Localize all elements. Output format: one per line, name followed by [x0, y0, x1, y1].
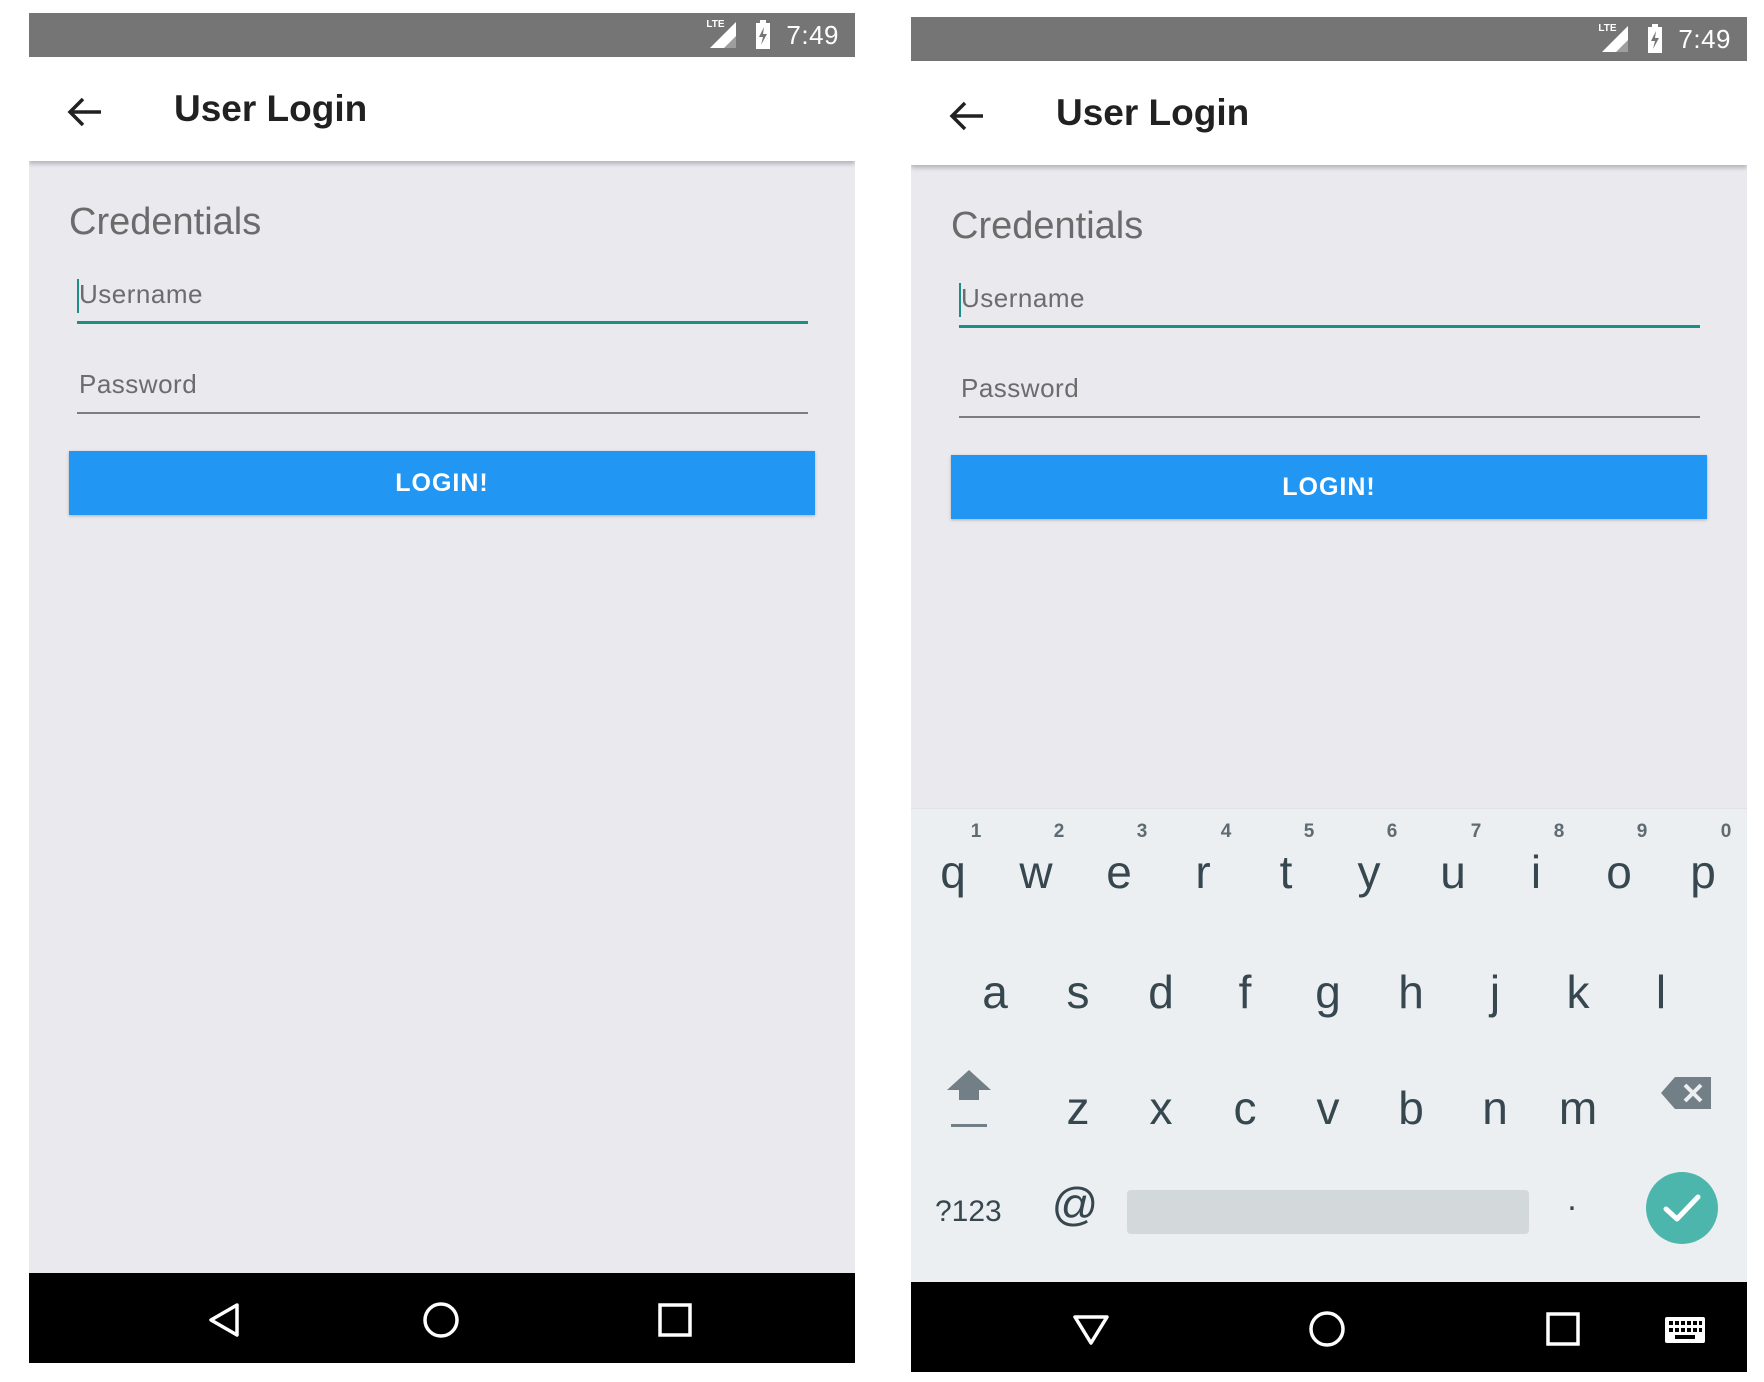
- triangle-down-icon[interactable]: [1071, 1309, 1111, 1349]
- field-underline: [959, 416, 1700, 418]
- navigation-bar: [29, 1273, 855, 1363]
- status-bar: LTE 7:49: [29, 13, 855, 57]
- key-p[interactable]: 0p: [1661, 821, 1745, 911]
- checkmark-icon: [1663, 1194, 1701, 1222]
- app-bar: User Login: [911, 61, 1747, 165]
- key-u[interactable]: 7u: [1411, 821, 1495, 911]
- key-g[interactable]: g: [1286, 947, 1370, 1037]
- username-field[interactable]: [77, 268, 808, 320]
- login-screen-right: LTE 7:49 User Login Credentials LOGIN! 1…: [911, 17, 1747, 1372]
- key-h[interactable]: h: [1369, 947, 1453, 1037]
- key-t[interactable]: 5t: [1244, 821, 1328, 911]
- at-key[interactable]: @: [1045, 1177, 1105, 1237]
- username-field-container: [959, 272, 1700, 332]
- key-k[interactable]: k: [1536, 947, 1620, 1037]
- arrow-left-icon[interactable]: [947, 99, 987, 133]
- square-recents-icon[interactable]: [1543, 1309, 1583, 1349]
- status-time: 7:49: [1678, 23, 1731, 54]
- key-c[interactable]: c: [1203, 1063, 1287, 1153]
- circle-home-icon[interactable]: [421, 1300, 461, 1340]
- key-q[interactable]: 1q: [911, 821, 995, 911]
- key-r[interactable]: 4r: [1161, 821, 1245, 911]
- key-d[interactable]: d: [1119, 947, 1203, 1037]
- space-bar[interactable]: [1127, 1190, 1529, 1234]
- key-n[interactable]: n: [1453, 1063, 1537, 1153]
- shift-arrow-icon[interactable]: [941, 1064, 997, 1134]
- arrow-left-icon[interactable]: [65, 95, 105, 129]
- key-b[interactable]: b: [1369, 1063, 1453, 1153]
- key-f[interactable]: f: [1203, 947, 1287, 1037]
- key-l[interactable]: l: [1619, 947, 1703, 1037]
- key-e[interactable]: 3e: [1077, 821, 1161, 911]
- login-button[interactable]: LOGIN!: [951, 455, 1707, 519]
- page-title: User Login: [1056, 92, 1250, 133]
- battery-charging-icon: [754, 20, 772, 50]
- text-caret: [77, 279, 79, 313]
- backspace-icon[interactable]: [1659, 1073, 1715, 1113]
- password-field[interactable]: [77, 358, 808, 410]
- key-w[interactable]: 2w: [994, 821, 1078, 911]
- lte-signal-icon: LTE: [1598, 23, 1632, 54]
- key-o[interactable]: 9o: [1577, 821, 1661, 911]
- field-underline: [77, 321, 808, 324]
- page-title: User Login: [174, 88, 368, 129]
- field-underline: [959, 325, 1700, 328]
- key-z[interactable]: z: [1036, 1063, 1120, 1153]
- password-field-container: [77, 358, 808, 418]
- symbols-key[interactable]: ?123: [935, 1190, 1015, 1234]
- section-title: Credentials: [951, 205, 1144, 247]
- username-field[interactable]: [959, 272, 1700, 324]
- key-s[interactable]: s: [1036, 947, 1120, 1037]
- circle-home-icon[interactable]: [1307, 1309, 1347, 1349]
- status-time: 7:49: [786, 19, 839, 50]
- navigation-bar: [911, 1282, 1747, 1372]
- battery-charging-icon: [1646, 24, 1664, 54]
- status-bar: LTE 7:49: [911, 17, 1747, 61]
- enter-key[interactable]: [1646, 1172, 1718, 1244]
- field-underline: [77, 412, 808, 414]
- key-m[interactable]: m: [1536, 1063, 1620, 1153]
- section-title: Credentials: [69, 201, 262, 243]
- login-button[interactable]: LOGIN!: [69, 451, 815, 515]
- password-field-container: [959, 362, 1700, 422]
- key-v[interactable]: v: [1286, 1063, 1370, 1153]
- password-field[interactable]: [959, 362, 1700, 414]
- key-x[interactable]: x: [1119, 1063, 1203, 1153]
- period-key[interactable]: .: [1557, 1180, 1587, 1230]
- login-screen-left: LTE 7:49 User Login Credentials LOGIN!: [29, 13, 855, 1363]
- username-field-container: [77, 268, 808, 328]
- lte-signal-icon: LTE: [706, 19, 740, 50]
- keyboard-icon[interactable]: [1663, 1309, 1707, 1349]
- key-a[interactable]: a: [953, 947, 1037, 1037]
- app-bar: User Login: [29, 57, 855, 161]
- triangle-back-icon[interactable]: [205, 1300, 245, 1340]
- key-i[interactable]: 8i: [1494, 821, 1578, 911]
- key-j[interactable]: j: [1453, 947, 1537, 1037]
- soft-keyboard: 1q 2w 3e 4r 5t 6y 7u 8i 9o 0p a s d f g …: [911, 808, 1747, 1282]
- square-recents-icon[interactable]: [655, 1300, 695, 1340]
- text-caret: [959, 283, 961, 317]
- key-y[interactable]: 6y: [1327, 821, 1411, 911]
